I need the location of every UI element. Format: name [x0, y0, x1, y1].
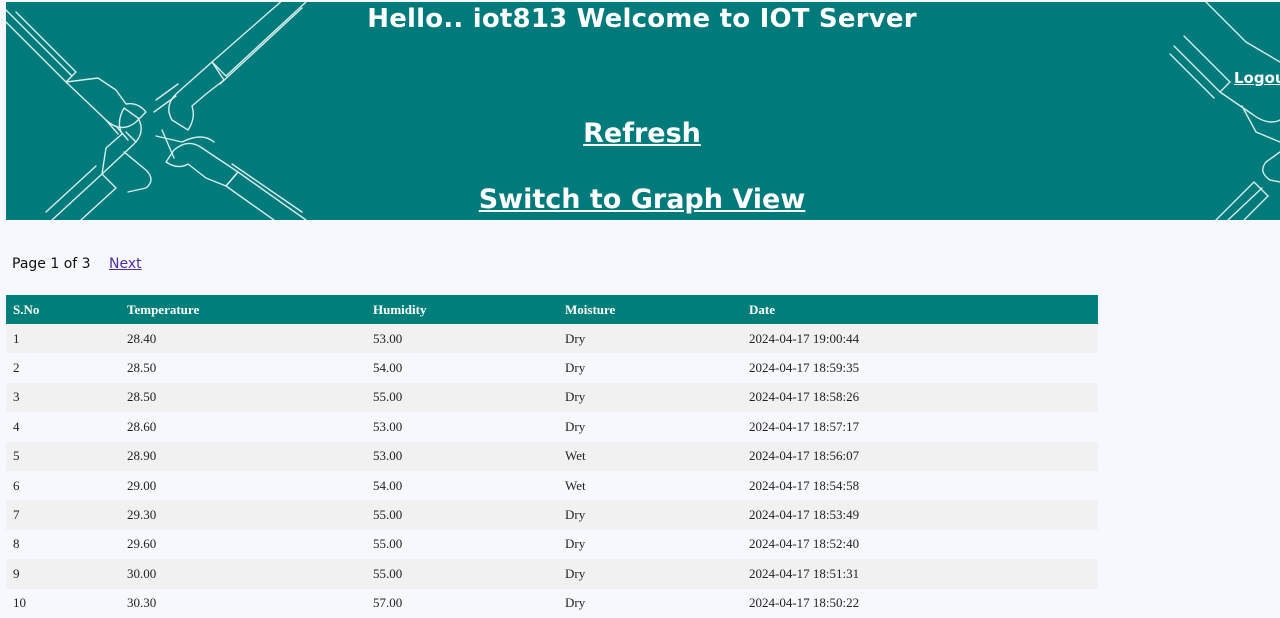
graph-view-link-text[interactable]: Switch to Graph View [479, 184, 806, 215]
table-row: 4 28.60 53.00 Dry 2024-04-17 18:57:17 [6, 412, 1098, 442]
table-header-row: S.No Temperature Humidity Moisture Date [6, 295, 1098, 324]
column-header-temperature: Temperature [120, 295, 366, 324]
cell-sno: 8 [6, 529, 120, 560]
cell-moisture: Dry [558, 559, 742, 589]
pagination: Page 1 of 3 Next [12, 256, 142, 272]
page-title: Hello.. iot813 Welcome to IOT Server [367, 4, 917, 34]
column-header-moisture: Moisture [558, 295, 742, 324]
cell-temperature: 29.60 [120, 529, 366, 560]
cell-date: 2024-04-17 18:51:31 [742, 559, 1098, 589]
table-row: 7 29.30 55.00 Dry 2024-04-17 18:53:49 [6, 500, 1098, 530]
column-header-sno: S.No [6, 295, 120, 324]
cell-humidity: 53.00 [366, 324, 558, 354]
cell-moisture: Dry [558, 382, 742, 413]
cell-moisture: Wet [558, 441, 742, 471]
cell-sno: 9 [6, 559, 120, 589]
refresh-link: Refresh [0, 118, 1280, 149]
cell-temperature: 29.00 [120, 470, 366, 501]
table-row: 5 28.90 53.00 Wet 2024-04-17 18:56:07 [6, 441, 1098, 471]
cell-humidity: 55.00 [366, 559, 558, 589]
page-status: Page 1 of 3 [12, 256, 91, 272]
cell-date: 2024-04-17 18:59:35 [742, 353, 1098, 383]
cell-sno: 6 [6, 470, 120, 501]
cell-sno: 1 [6, 324, 120, 354]
cell-sno: 7 [6, 500, 120, 530]
cell-date: 2024-04-17 19:00:44 [742, 324, 1098, 354]
cell-moisture: Dry [558, 353, 742, 383]
refresh-link-text[interactable]: Refresh [583, 118, 701, 149]
table-row: 6 29.00 54.00 Wet 2024-04-17 18:54:58 [6, 470, 1098, 501]
cell-sno: 2 [6, 353, 120, 383]
cell-date: 2024-04-17 18:57:17 [742, 412, 1098, 442]
logout-link[interactable]: Logout [1234, 69, 1280, 87]
cell-moisture: Wet [558, 470, 742, 501]
column-header-humidity: Humidity [366, 295, 558, 324]
table-row: 2 28.50 54.00 Dry 2024-04-17 18:59:35 [6, 353, 1098, 383]
table-row: 3 28.50 55.00 Dry 2024-04-17 18:58:26 [6, 382, 1098, 413]
cell-date: 2024-04-17 18:53:49 [742, 500, 1098, 530]
graph-view-link: Switch to Graph View [0, 184, 1280, 215]
cell-date: 2024-04-17 18:56:07 [742, 441, 1098, 471]
cell-temperature: 28.50 [120, 353, 366, 383]
cell-moisture: Dry [558, 324, 742, 354]
cell-humidity: 55.00 [366, 382, 558, 413]
cell-temperature: 28.60 [120, 412, 366, 442]
table-row: 1 28.40 53.00 Dry 2024-04-17 19:00:44 [6, 324, 1098, 354]
cell-moisture: Dry [558, 500, 742, 530]
cell-temperature: 29.30 [120, 500, 366, 530]
table-row: 9 30.00 55.00 Dry 2024-04-17 18:51:31 [6, 559, 1098, 589]
cell-humidity: 57.00 [366, 588, 558, 618]
column-header-date: Date [742, 295, 1098, 324]
cell-date: 2024-04-17 18:58:26 [742, 382, 1098, 413]
cell-sno: 10 [6, 588, 120, 618]
cell-sno: 4 [6, 412, 120, 442]
next-page-link[interactable]: Next [109, 256, 142, 272]
cell-temperature: 28.90 [120, 441, 366, 471]
cell-temperature: 28.50 [120, 382, 366, 413]
cell-humidity: 54.00 [366, 470, 558, 501]
cell-moisture: Dry [558, 412, 742, 442]
cell-humidity: 55.00 [366, 529, 558, 560]
cell-humidity: 54.00 [366, 353, 558, 383]
cell-temperature: 30.30 [120, 588, 366, 618]
cell-date: 2024-04-17 18:52:40 [742, 529, 1098, 560]
table-row: 10 30.30 57.00 Dry 2024-04-17 18:50:22 [6, 588, 1098, 618]
cell-sno: 5 [6, 441, 120, 471]
cell-humidity: 53.00 [366, 412, 558, 442]
cell-humidity: 55.00 [366, 500, 558, 530]
cell-date: 2024-04-17 18:54:58 [742, 470, 1098, 501]
cell-sno: 3 [6, 382, 120, 413]
table-row: 8 29.60 55.00 Dry 2024-04-17 18:52:40 [6, 529, 1098, 560]
cell-temperature: 30.00 [120, 559, 366, 589]
cell-temperature: 28.40 [120, 324, 366, 354]
cell-moisture: Dry [558, 588, 742, 618]
cell-moisture: Dry [558, 529, 742, 560]
sensor-data-table: S.No Temperature Humidity Moisture Date … [6, 295, 1098, 618]
cell-date: 2024-04-17 18:50:22 [742, 588, 1098, 618]
cell-humidity: 53.00 [366, 441, 558, 471]
